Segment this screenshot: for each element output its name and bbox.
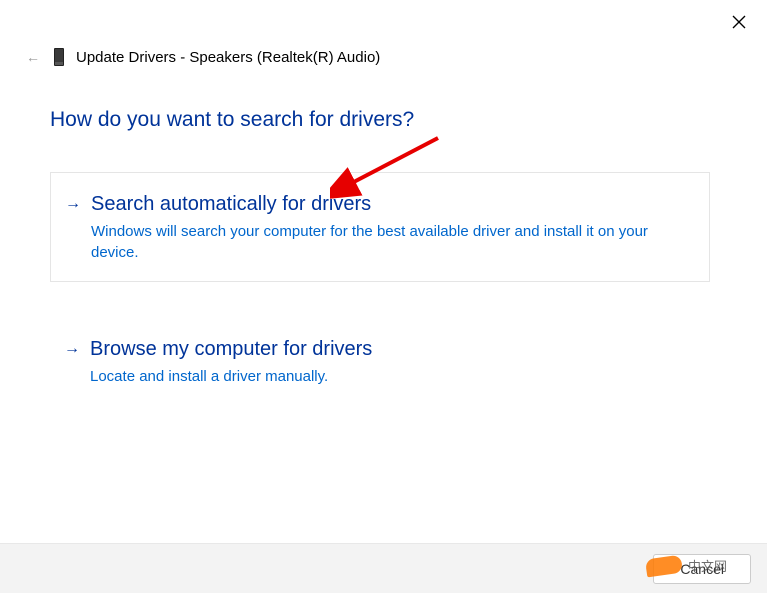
option-browse-title: Browse my computer for drivers: [90, 336, 690, 362]
dialog-header: ← Update Drivers - Speakers (Realtek(R) …: [24, 48, 380, 66]
option-browse-computer[interactable]: → Browse my computer for drivers Locate …: [50, 318, 710, 405]
page-question: How do you want to search for drivers?: [50, 108, 414, 132]
option-browse-description: Locate and install a driver manually.: [90, 366, 690, 387]
cancel-button[interactable]: Cancel: [653, 554, 751, 584]
close-icon: [732, 15, 746, 29]
arrow-right-icon: →: [65, 195, 81, 213]
dialog-footer: Cancel: [0, 543, 767, 593]
option-auto-title: Search automatically for drivers: [91, 191, 689, 217]
arrow-right-icon: →: [64, 340, 80, 358]
option-search-automatically[interactable]: → Search automatically for drivers Windo…: [50, 172, 710, 282]
dialog-title: Update Drivers - Speakers (Realtek(R) Au…: [76, 49, 380, 66]
speaker-device-icon: [54, 48, 64, 66]
close-button[interactable]: [729, 12, 749, 32]
option-auto-description: Windows will search your computer for th…: [91, 221, 689, 263]
back-arrow-icon[interactable]: ←: [24, 49, 42, 65]
